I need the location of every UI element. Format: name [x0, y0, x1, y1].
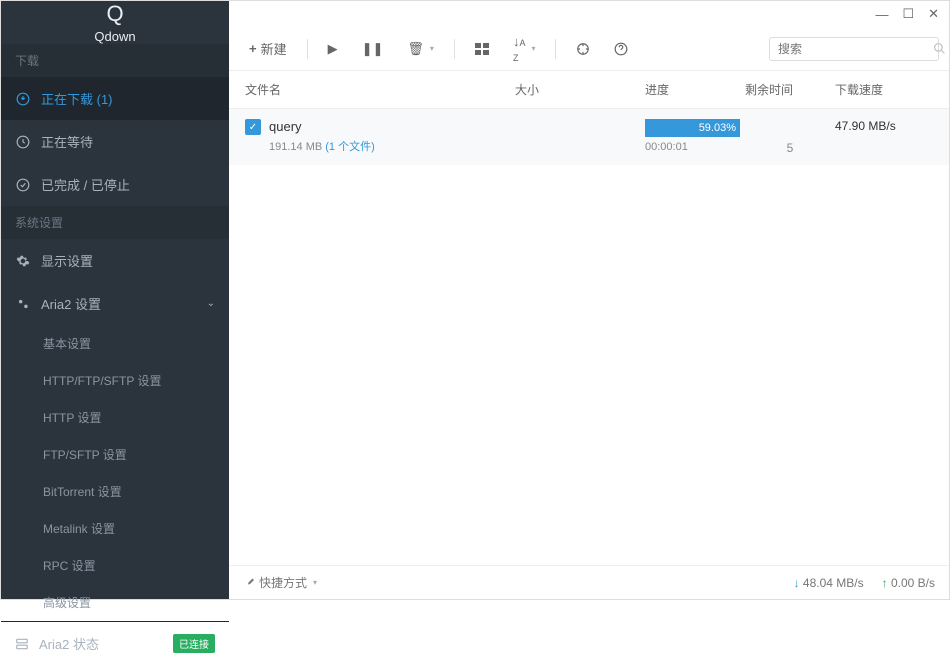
- help-icon: [614, 42, 628, 56]
- section-download-header: 下载: [1, 44, 229, 77]
- server-icon: [15, 637, 29, 651]
- sidebar-item-label: Aria2 状态: [39, 634, 99, 653]
- task-list: ✓ query 191.14 MB (1 个文件) 59.03% 00:00:0…: [229, 109, 949, 565]
- grid-icon: [475, 43, 489, 55]
- sidebar-item-downloading[interactable]: 正在下载 (1): [1, 77, 229, 120]
- plus-icon: +: [249, 41, 257, 56]
- download-speed: ↓ 48.04 MB/s: [794, 576, 864, 590]
- caret-down-icon: ▾: [430, 44, 434, 53]
- task-file-count[interactable]: (1 个文件): [325, 141, 375, 153]
- sidebar-item-display-settings[interactable]: 显示设置: [1, 239, 229, 282]
- play-icon: ▶: [328, 41, 338, 57]
- maximize-button[interactable]: ☐: [902, 6, 914, 22]
- task-name-cell: query 191.14 MB (1 个文件): [269, 119, 515, 154]
- trash-icon: 🗑: [407, 41, 424, 57]
- start-button[interactable]: ▶: [318, 35, 348, 63]
- chevron-down-icon: ⌄: [207, 298, 215, 309]
- close-button[interactable]: ✕: [928, 6, 939, 22]
- separator: [307, 39, 308, 59]
- app-name: Qdown: [94, 29, 135, 44]
- connection-badge: 已连接: [173, 634, 215, 653]
- window-controls: — ☐ ✕: [229, 1, 949, 27]
- gears-icon: [15, 297, 31, 311]
- task-remain-cell: 5: [745, 119, 835, 155]
- table-header: 文件名 大小 进度 剩余时间 下载速度: [229, 71, 949, 109]
- task-elapsed: 00:00:01: [645, 141, 745, 153]
- sub-setting-rpc[interactable]: RPC 设置: [1, 547, 229, 584]
- sub-setting-ftp-sftp[interactable]: FTP/SFTP 设置: [1, 436, 229, 473]
- sidebar-item-aria2-settings[interactable]: Aria2 设置 ⌄: [1, 282, 229, 325]
- clock-icon: [15, 135, 31, 149]
- separator: [454, 39, 455, 59]
- caret-down-icon: ▾: [531, 44, 535, 53]
- up-arrow-icon: ↑: [882, 576, 888, 590]
- shortcut-label: 快捷方式: [259, 574, 307, 591]
- speed-indicator: ↓ 48.04 MB/s ↑ 0.00 B/s: [794, 576, 935, 590]
- sub-setting-metalink[interactable]: Metalink 设置: [1, 510, 229, 547]
- view-grid-button[interactable]: [465, 37, 499, 61]
- help-button[interactable]: [604, 36, 638, 62]
- col-header-speed[interactable]: 下载速度: [835, 81, 933, 98]
- check-circle-icon: [15, 178, 31, 192]
- search-icon: [933, 42, 946, 55]
- section-settings-header: 系统设置: [1, 206, 229, 239]
- download-icon: [15, 92, 31, 106]
- pause-button[interactable]: ❚❚: [352, 35, 394, 63]
- sub-setting-http[interactable]: HTTP 设置: [1, 399, 229, 436]
- app-logo-icon: Q: [106, 1, 123, 27]
- col-header-progress[interactable]: 进度: [645, 81, 745, 98]
- shortcut-button[interactable]: 快捷方式 ▾: [243, 574, 317, 591]
- pause-icon: ❚❚: [362, 41, 384, 57]
- sidebar: Q Qdown 下载 正在下载 (1) 正在等待 已完成 / 已停止 系统设置 …: [1, 1, 229, 599]
- search-input[interactable]: [778, 42, 933, 56]
- sidebar-item-aria2-status[interactable]: Aria2 状态 已连接: [1, 621, 229, 665]
- status-bar: 快捷方式 ▾ ↓ 48.04 MB/s ↑ 0.00 B/s: [229, 565, 949, 599]
- sort-button[interactable]: ↓AZ ▾: [503, 28, 546, 70]
- new-button[interactable]: + 新建: [239, 33, 297, 64]
- task-row[interactable]: ✓ query 191.14 MB (1 个文件) 59.03% 00:00:0…: [229, 109, 949, 165]
- sub-setting-advanced[interactable]: 高级设置: [1, 584, 229, 621]
- task-size: 191.14 MB: [269, 141, 322, 153]
- progress-bar: 59.03%: [645, 119, 740, 137]
- sidebar-item-label: Aria2 设置: [41, 294, 101, 313]
- search-box[interactable]: [769, 37, 939, 61]
- sidebar-item-label: 正在下载 (1): [41, 89, 113, 108]
- col-header-name[interactable]: 文件名: [245, 81, 515, 98]
- delete-button[interactable]: 🗑▾: [397, 35, 444, 63]
- sidebar-item-completed[interactable]: 已完成 / 已停止: [1, 163, 229, 206]
- task-progress-cell: 59.03% 00:00:01: [645, 119, 745, 153]
- new-button-label: 新建: [261, 39, 287, 58]
- gear-icon: [15, 254, 31, 268]
- sub-setting-bittorrent[interactable]: BitTorrent 设置: [1, 473, 229, 510]
- sub-setting-basic[interactable]: 基本设置: [1, 325, 229, 362]
- upload-speed: ↑ 0.00 B/s: [882, 576, 935, 590]
- toolbar: + 新建 ▶ ❚❚ 🗑▾ ↓AZ▾: [229, 27, 949, 71]
- minimize-button[interactable]: —: [875, 7, 888, 22]
- task-checkbox[interactable]: ✓: [245, 119, 261, 135]
- sub-setting-http-ftp-sftp[interactable]: HTTP/FTP/SFTP 设置: [1, 362, 229, 399]
- task-subtitle: 191.14 MB (1 个文件): [269, 138, 515, 154]
- task-speed-cell: 47.90 MB/s: [835, 119, 933, 133]
- crosshair-icon: [576, 42, 590, 56]
- wrench-icon: [243, 577, 255, 589]
- sidebar-item-label: 已完成 / 已停止: [41, 175, 130, 194]
- main-panel: — ☐ ✕ + 新建 ▶ ❚❚ 🗑▾ ↓AZ▾: [229, 1, 949, 599]
- sidebar-item-label: 显示设置: [41, 251, 93, 270]
- sort-icon: ↓AZ: [513, 34, 526, 64]
- sidebar-item-waiting[interactable]: 正在等待: [1, 120, 229, 163]
- caret-down-icon: ▾: [313, 578, 317, 587]
- down-arrow-icon: ↓: [794, 576, 800, 590]
- col-header-remain[interactable]: 剩余时间: [745, 81, 835, 98]
- app-logo: Q Qdown: [1, 1, 229, 44]
- separator: [555, 39, 556, 59]
- settings-button[interactable]: [566, 36, 600, 62]
- col-header-size[interactable]: 大小: [515, 81, 645, 98]
- sidebar-item-label: 正在等待: [41, 132, 93, 151]
- task-title: query: [269, 119, 515, 134]
